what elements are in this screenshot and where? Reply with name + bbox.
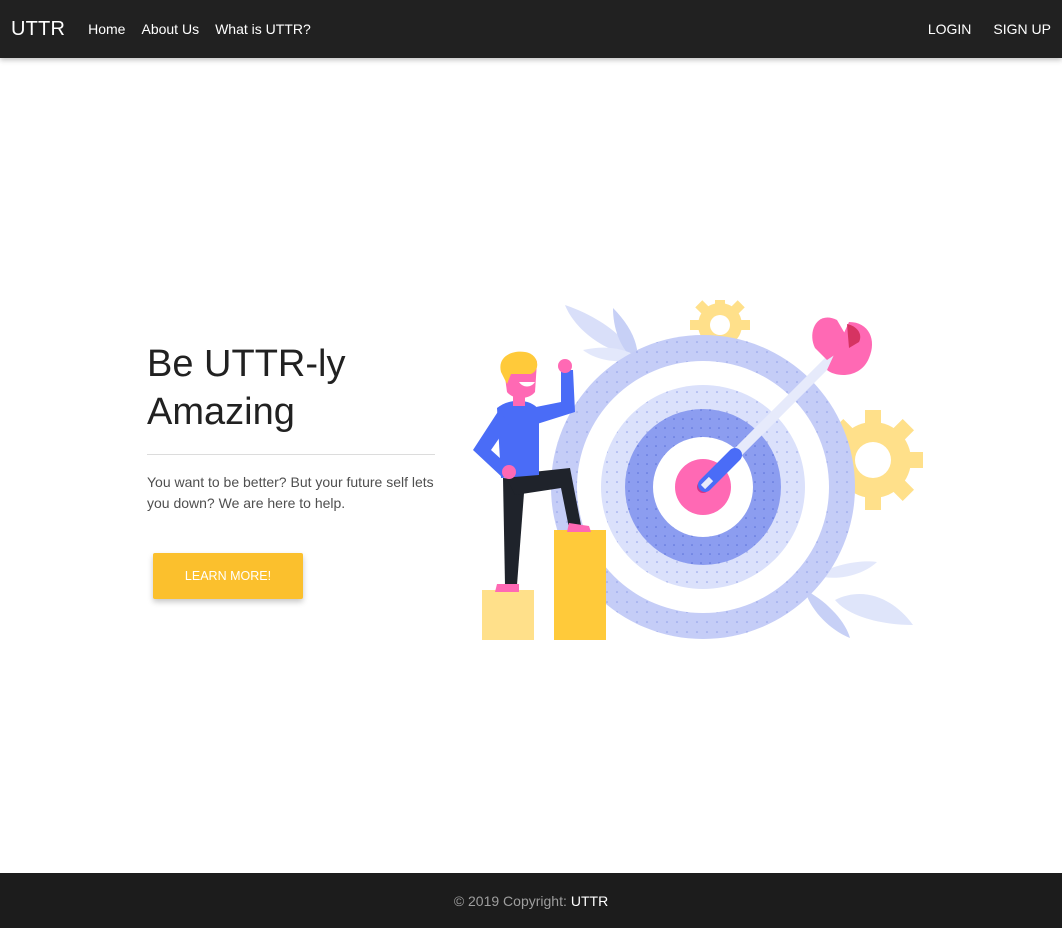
hero-title: Be UTTR-ly Amazing xyxy=(147,340,437,436)
hero-divider xyxy=(147,454,435,455)
page-footer: © 2019 Copyright: UTTR xyxy=(0,873,1062,928)
nav-about-link[interactable]: About Us xyxy=(141,21,199,37)
brand-logo[interactable]: UTTR xyxy=(11,18,65,41)
login-link[interactable]: LOGIN xyxy=(928,21,972,37)
hero-title-line-2: Amazing xyxy=(147,391,295,433)
footer-copyright: © 2019 Copyright: xyxy=(453,892,567,909)
auth-links: LOGIN SIGN UP xyxy=(906,21,1051,37)
target-illustration xyxy=(473,300,923,640)
nav-links: Home About Us What is UTTR? xyxy=(88,21,327,37)
footer-brand-link[interactable]: UTTR xyxy=(571,893,608,909)
hero-title-line-1: Be UTTR-ly xyxy=(147,343,346,385)
nav-home-link[interactable]: Home xyxy=(88,21,125,37)
signup-link[interactable]: SIGN UP xyxy=(993,21,1051,37)
hero-section: Be UTTR-ly Amazing You want to be better… xyxy=(147,340,437,514)
learn-more-button[interactable]: LEARN MORE! xyxy=(153,553,303,599)
leaf-icon xyxy=(565,305,640,362)
nav-what-is-link[interactable]: What is UTTR? xyxy=(215,21,311,37)
hero-description: You want to be better? But your future s… xyxy=(147,474,434,511)
top-navbar: UTTR Home About Us What is UTTR? LOGIN S… xyxy=(0,0,1062,58)
